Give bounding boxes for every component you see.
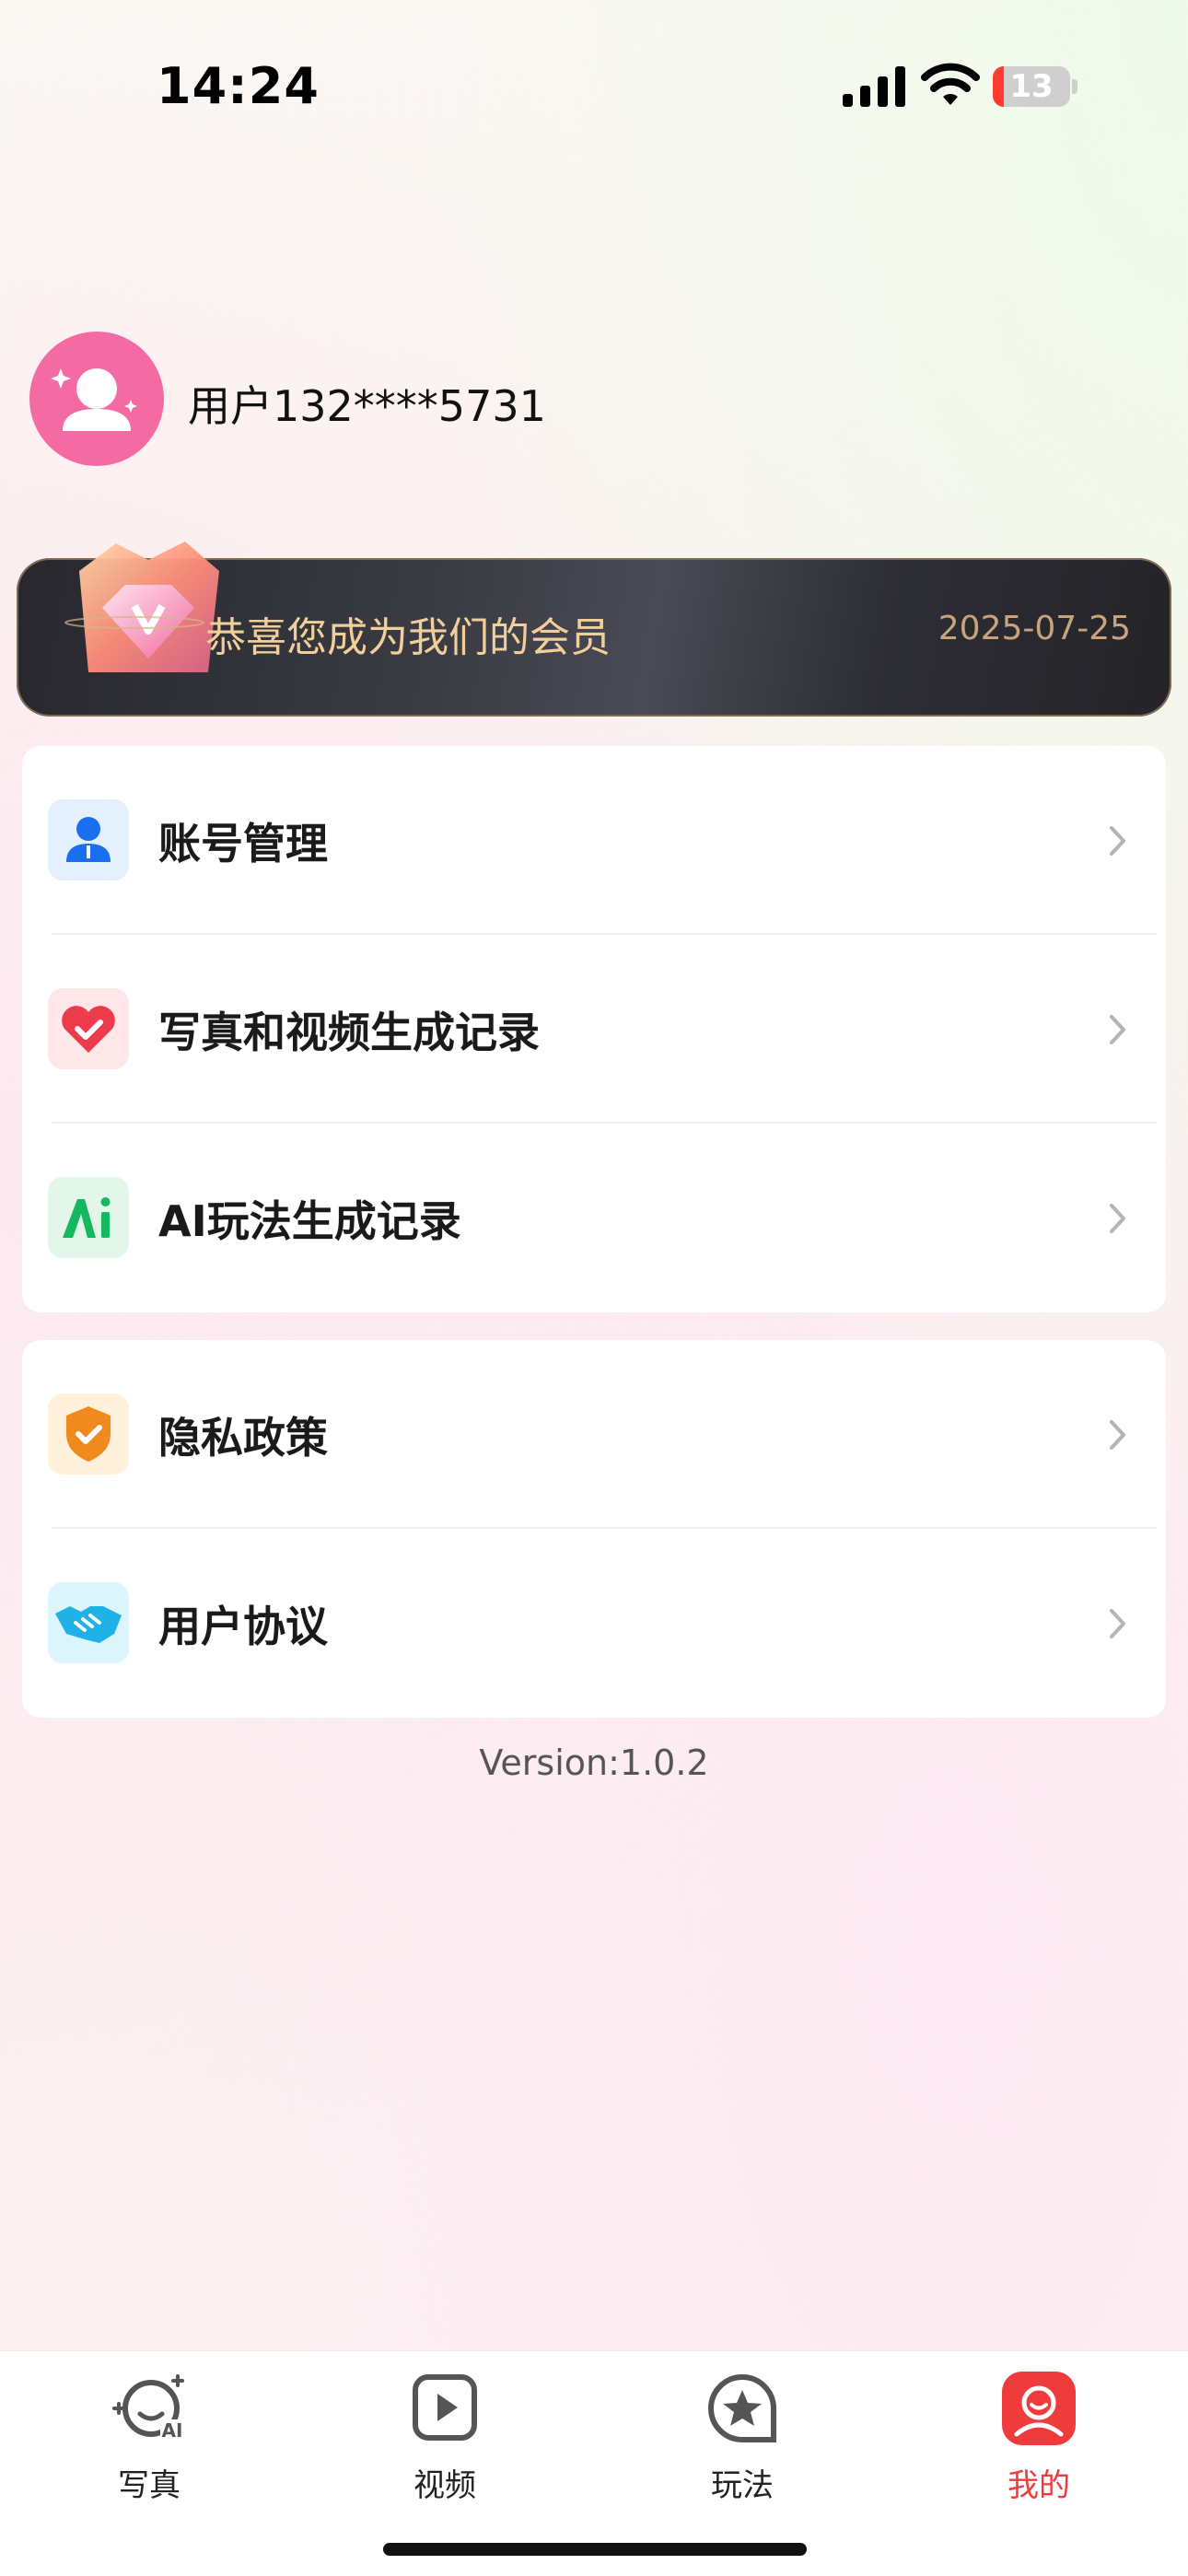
tab-label: 写真	[118, 2467, 181, 2504]
video-play-icon	[413, 2374, 477, 2441]
menu-item-label: 账号管理	[158, 819, 328, 868]
menu-item-user-agreement[interactable]: 用户协议	[22, 1529, 1166, 1718]
chevron-right-icon	[1110, 1204, 1125, 1233]
user-icon	[48, 799, 129, 880]
username: 用户132****5731	[188, 381, 546, 431]
status-time: 14:24	[157, 57, 320, 115]
tab-portrait[interactable]: AI 写真	[57, 2368, 241, 2515]
heart-icon	[48, 988, 129, 1069]
handshake-icon	[48, 1582, 129, 1663]
menu-item-label: 隐私政策	[158, 1413, 328, 1463]
cellular-signal-icon	[843, 66, 905, 107]
tab-mine[interactable]: 我的	[947, 2368, 1131, 2515]
menu-item-photo-video-records[interactable]: 写真和视频生成记录	[22, 935, 1166, 1124]
menu-card-records: 账号管理 写真和视频生成记录 AI玩法生成记录	[22, 746, 1166, 1312]
profile-icon	[1002, 2372, 1076, 2445]
wifi-icon	[921, 63, 980, 105]
svg-text:AI: AI	[162, 2419, 183, 2442]
tab-video[interactable]: 视频	[353, 2368, 537, 2515]
avatar-person-icon	[51, 368, 137, 431]
battery-level: 13	[1009, 68, 1054, 105]
tab-label: 玩法	[711, 2467, 774, 2504]
menu-card-legal: 隐私政策 用户协议	[22, 1340, 1166, 1718]
shield-icon	[48, 1393, 129, 1474]
vip-member-banner[interactable]: 恭喜您成为我们的会员 2025-07-25	[17, 542, 1171, 717]
tab-label: 我的	[1007, 2467, 1070, 2504]
ai-icon	[48, 1177, 129, 1258]
portrait-ai-icon: AI	[112, 2374, 184, 2442]
app-version: Version:1.0.2	[479, 1743, 709, 1783]
chevron-right-icon	[1110, 826, 1125, 856]
chevron-right-icon	[1110, 1420, 1125, 1450]
battery-icon: 13	[993, 66, 1077, 107]
menu-item-label: 用户协议	[158, 1602, 328, 1651]
menu-item-ai-records[interactable]: AI玩法生成记录	[22, 1124, 1166, 1312]
tab-label: 视频	[413, 2467, 476, 2504]
vip-date: 2025-07-25	[938, 610, 1131, 647]
menu-item-label: 写真和视频生成记录	[158, 1008, 540, 1057]
chevron-right-icon	[1110, 1609, 1125, 1638]
status-bar: 14:24 13	[0, 0, 1188, 175]
vip-message: 恭喜您成为我们的会员	[205, 614, 611, 661]
chevron-right-icon	[1110, 1015, 1125, 1044]
star-icon	[708, 2374, 776, 2442]
menu-item-label: AI玩法生成记录	[158, 1196, 461, 1246]
home-indicator	[383, 2543, 807, 2556]
menu-item-account[interactable]: 账号管理	[22, 746, 1166, 935]
tab-play[interactable]: 玩法	[650, 2368, 834, 2515]
menu-item-privacy-policy[interactable]: 隐私政策	[22, 1340, 1166, 1529]
avatar[interactable]	[29, 332, 164, 466]
